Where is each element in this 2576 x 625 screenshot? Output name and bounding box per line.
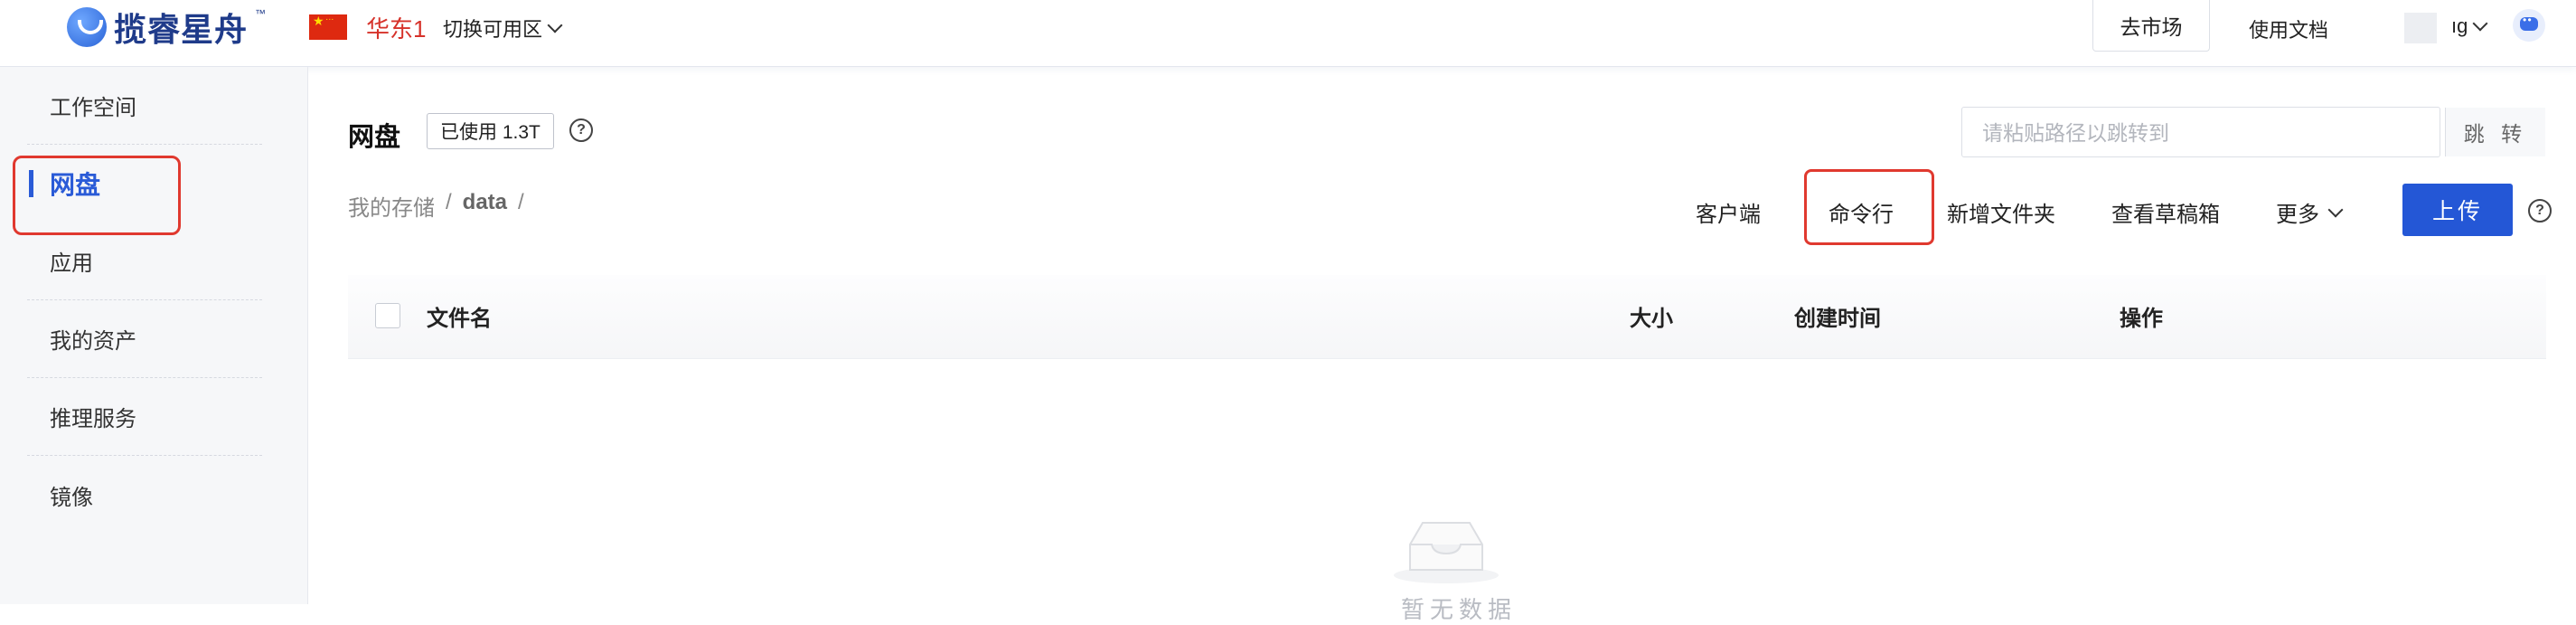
column-header-actions: 操作 — [2120, 307, 2163, 331]
breadcrumb-data[interactable]: data — [463, 190, 507, 222]
breadcrumb-separator: / — [518, 190, 524, 214]
chevron-down-icon — [2327, 202, 2344, 217]
new-folder-button[interactable]: 新增文件夹 — [1947, 196, 2055, 228]
help-icon[interactable]: ? — [569, 118, 593, 142]
chevron-down-icon — [2472, 15, 2488, 32]
storage-usage-badge: 已使用 1.3T — [427, 113, 554, 149]
china-flag-icon — [309, 14, 347, 40]
breadcrumb-my-storage[interactable]: 我的存储 — [348, 190, 435, 222]
brand-logo[interactable]: 揽睿星舟 ™ — [67, 4, 266, 51]
logo-icon — [67, 7, 107, 47]
empty-state-text: 暂无数据 — [1401, 596, 1518, 623]
sidebar-item-label: 推理服务 — [50, 407, 136, 431]
trademark-mark: ™ — [255, 7, 267, 20]
jump-button[interactable]: 跳 转 — [2445, 108, 2545, 156]
more-label: 更多 — [2276, 203, 2319, 227]
path-jump-box: 跳 转 — [1961, 107, 2545, 158]
chevron-down-icon — [547, 17, 563, 33]
column-header-created-time[interactable]: 创建时间 — [1794, 300, 1881, 332]
netdisk-highlight-annotation — [13, 156, 181, 235]
sidebar-item-label: 镜像 — [50, 485, 93, 510]
sidebar-item-label: 工作空间 — [50, 96, 136, 120]
sidebar-item-label: 我的资产 — [50, 329, 136, 354]
upload-button[interactable]: 上传 — [2402, 184, 2513, 236]
select-all-checkbox[interactable] — [375, 303, 400, 328]
column-header-size[interactable]: 大小 — [1630, 300, 1673, 332]
switch-zone-dropdown[interactable]: 切换可用区 — [443, 14, 563, 43]
sidebar-item-workspace[interactable]: 工作空间 — [27, 67, 262, 145]
go-to-market-button[interactable]: 去市场 — [2092, 0, 2210, 52]
file-table-header: 文件名 大小 创建时间 操作 — [348, 275, 2546, 359]
sidebar-item-my-assets[interactable]: 我的资产 — [27, 300, 262, 378]
logo-text: 揽睿星舟 — [114, 11, 249, 48]
switch-zone-label: 切换可用区 — [443, 18, 543, 41]
sidebar-item-inference-service[interactable]: 推理服务 — [27, 378, 262, 456]
current-region: 华东1 — [366, 15, 427, 43]
top-navigation-bar: 揽睿星舟 ™ 华东1 切换可用区 去市场 使用文档 ıg — [0, 0, 2576, 67]
user-name: ıg — [2451, 14, 2468, 37]
documentation-link[interactable]: 使用文档 — [2249, 14, 2328, 43]
user-menu[interactable]: ıg — [2451, 14, 2488, 38]
help-icon[interactable]: ? — [2528, 199, 2552, 223]
path-input[interactable] — [1962, 108, 2467, 158]
breadcrumb-separator: / — [446, 190, 452, 214]
avatar[interactable] — [2404, 13, 2437, 43]
more-dropdown[interactable]: 更多 — [2276, 196, 2344, 228]
view-drafts-button[interactable]: 查看草稿箱 — [2111, 196, 2220, 228]
breadcrumb: 我的存储 / data / — [348, 190, 524, 222]
sidebar-item-label: 应用 — [50, 251, 93, 276]
command-line-highlight-annotation — [1804, 169, 1934, 245]
assistant-robot-icon[interactable] — [2513, 9, 2545, 42]
empty-inbox-icon — [1394, 522, 1499, 583]
sidebar: 工作空间 网盘 应用 我的资产 推理服务 镜像 — [0, 67, 308, 604]
client-button[interactable]: 客户端 — [1696, 196, 1761, 228]
column-header-filename[interactable]: 文件名 — [427, 300, 492, 332]
sidebar-item-images[interactable]: 镜像 — [27, 456, 262, 534]
page-title: 网盘 — [348, 123, 401, 152]
